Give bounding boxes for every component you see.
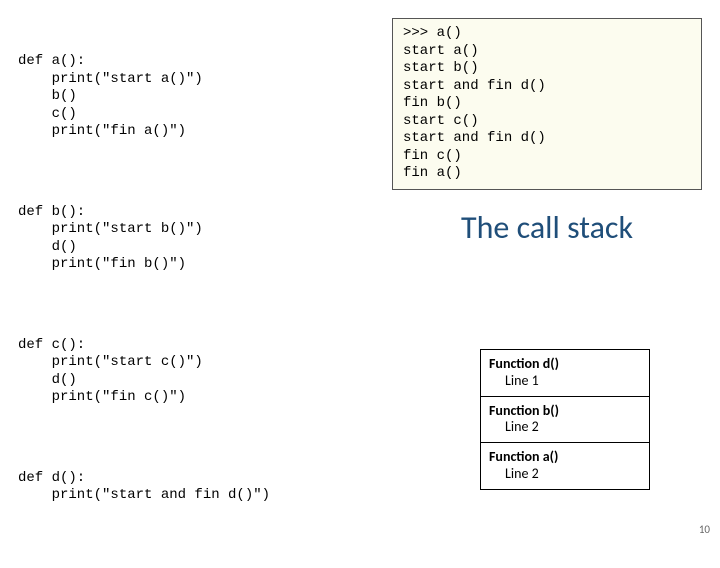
- code-block-b: def b(): print("start b()") d() print("f…: [18, 204, 378, 274]
- code-column: def a(): print("start a()") b() c() prin…: [18, 18, 378, 568]
- stack-frame: Function b() Line 2: [480, 396, 650, 444]
- slide: def a(): print("start a()") b() c() prin…: [0, 0, 720, 540]
- stack-frame-fn: Function b(): [489, 403, 641, 420]
- stack-frame-fn: Function d(): [489, 356, 641, 373]
- right-column: >>> a() start a() start b() start and fi…: [392, 18, 702, 247]
- code-block-d: def d(): print("start and fin d()"): [18, 470, 378, 505]
- call-stack: Function d() Line 1 Function b() Line 2 …: [480, 350, 650, 490]
- slide-title: The call stack: [392, 208, 702, 247]
- stack-frame-ln: Line 2: [505, 466, 641, 483]
- stack-frame: Function a() Line 2: [480, 442, 650, 490]
- stack-frame: Function d() Line 1: [480, 349, 650, 397]
- stack-frame-ln: Line 1: [505, 373, 641, 390]
- stack-frame-ln: Line 2: [505, 419, 641, 436]
- stack-frame-fn: Function a(): [489, 449, 641, 466]
- slide-number: 10: [699, 523, 710, 536]
- code-block-c: def c(): print("start c()") d() print("f…: [18, 337, 378, 407]
- repl-output: >>> a() start a() start b() start and fi…: [392, 18, 702, 190]
- code-block-a: def a(): print("start a()") b() c() prin…: [18, 53, 378, 141]
